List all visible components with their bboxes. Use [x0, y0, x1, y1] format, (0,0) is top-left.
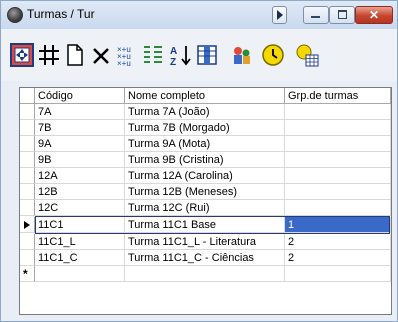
cell-name[interactable]: Turma 12C (Rui)	[125, 200, 285, 216]
row-header[interactable]	[20, 136, 35, 152]
column-header-code[interactable]: Código	[35, 88, 125, 104]
cell-group[interactable]: 1	[285, 217, 391, 233]
sort-az-icon[interactable]: AZ	[169, 43, 193, 67]
cell-group[interactable]	[285, 184, 391, 200]
cell-group[interactable]: 2	[285, 250, 391, 266]
cell-code[interactable]: 12C	[35, 200, 125, 216]
row-header[interactable]	[20, 250, 35, 266]
cell-code[interactable]: 12A	[35, 168, 125, 184]
column-header-group[interactable]: Grp.de turmas	[285, 88, 391, 104]
cell-name[interactable]: Turma 11C1 Base	[125, 217, 285, 233]
shuffle-icon[interactable]: ×+u ×+u ×+u	[115, 43, 139, 67]
current-row-marker	[24, 221, 30, 229]
people-icon[interactable]	[229, 43, 253, 67]
close-button[interactable]: ✕	[355, 6, 393, 24]
cell-name[interactable]: Turma 7B (Morgado)	[125, 120, 285, 136]
cell-group[interactable]: 2	[285, 234, 391, 250]
corner-header	[20, 88, 35, 104]
classes-table: Código Nome completo Grp.de turmas 7A Tur…	[19, 87, 392, 315]
cell-code[interactable]: 11C1	[35, 217, 125, 233]
cell-code[interactable]: 7B	[35, 120, 125, 136]
delete-icon[interactable]	[89, 43, 113, 67]
cell-code[interactable]: 11C1_L	[35, 234, 125, 250]
new-document-icon[interactable]	[63, 43, 87, 67]
window-title: Turmas / Tur	[27, 7, 95, 21]
move-icon[interactable]	[10, 43, 34, 67]
close-icon: ✕	[368, 8, 380, 22]
row-header[interactable]	[20, 120, 35, 136]
row-header[interactable]	[20, 168, 35, 184]
row-header[interactable]	[20, 217, 35, 233]
new-row-marker: *	[23, 267, 28, 281]
maximize-icon	[338, 10, 347, 19]
cell-code[interactable]: 12B	[35, 184, 125, 200]
cell-name[interactable]: Turma 12A (Carolina)	[125, 168, 285, 184]
column-header-name[interactable]: Nome completo	[125, 88, 285, 104]
minimize-icon	[311, 16, 320, 18]
cell-code[interactable]: 11C1_C	[35, 250, 125, 266]
cell-name[interactable]: Turma 12B (Meneses)	[125, 184, 285, 200]
new-row-cell[interactable]	[125, 266, 285, 282]
cell-group[interactable]	[285, 200, 391, 216]
cell-name[interactable]: Turma 9B (Cristina)	[125, 152, 285, 168]
row-header[interactable]	[20, 152, 35, 168]
title-bar[interactable]: Turmas / Tur ✕	[1, 1, 397, 29]
cell-name[interactable]: Turma 11C1_C - Ciências	[125, 250, 285, 266]
row-header[interactable]	[20, 104, 35, 120]
row-header[interactable]	[20, 184, 35, 200]
minimize-button[interactable]	[303, 6, 329, 24]
cell-name[interactable]: Turma 7A (João)	[125, 104, 285, 120]
new-row-cell[interactable]	[285, 266, 391, 282]
clock-icon[interactable]	[261, 43, 285, 67]
cell-code[interactable]: 9B	[35, 152, 125, 168]
app-icon	[7, 7, 23, 23]
cell-group[interactable]	[285, 104, 391, 120]
svg-text:×+u: ×+u	[117, 59, 131, 67]
cell-code[interactable]: 7A	[35, 104, 125, 120]
svg-text:Z: Z	[170, 57, 176, 67]
maximize-button[interactable]	[329, 6, 355, 24]
turmas-window: Turmas / Tur ✕ ×+u ×+u ×+u AZ Código Nom…	[0, 0, 398, 322]
cell-group[interactable]	[285, 168, 391, 184]
cell-name[interactable]: Turma 9A (Mota)	[125, 136, 285, 152]
columns-icon[interactable]	[195, 43, 219, 67]
schedule-icon[interactable]	[295, 43, 319, 67]
row-header[interactable]	[20, 200, 35, 216]
new-row-cell[interactable]	[35, 266, 125, 282]
cell-group[interactable]	[285, 152, 391, 168]
shuffle-icon-2[interactable]	[141, 43, 165, 67]
cell-name[interactable]: Turma 11C1_L - Literatura	[125, 234, 285, 250]
cell-code[interactable]: 9A	[35, 136, 125, 152]
svg-text:A: A	[170, 46, 177, 57]
play-icon	[277, 10, 283, 20]
toolbar: ×+u ×+u ×+u AZ	[1, 29, 397, 81]
help-button[interactable]	[272, 6, 287, 24]
cell-group[interactable]	[285, 120, 391, 136]
row-header[interactable]	[20, 234, 35, 250]
new-row-header[interactable]: *	[20, 266, 35, 282]
grid-icon[interactable]	[37, 43, 61, 67]
cell-group[interactable]	[285, 136, 391, 152]
